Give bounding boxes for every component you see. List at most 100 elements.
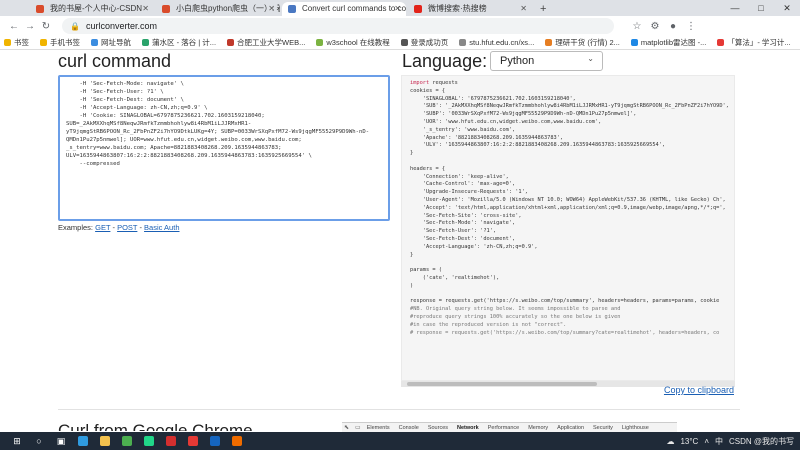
devtools-tab-performance[interactable]: Performance bbox=[488, 425, 520, 431]
browser-toolbar: ← → ↻ 🔒 curlconverter.com ☆ ⚙ ● ⋮ bbox=[0, 16, 800, 36]
generated-code-block: import requests cookies = { 'SINAGLOBAL'… bbox=[401, 75, 735, 381]
devtools-tab-console[interactable]: Console bbox=[399, 425, 419, 431]
close-window-icon[interactable]: ✕ bbox=[774, 0, 800, 16]
tray-text: CSDN @我的书写 bbox=[728, 436, 794, 446]
bookmark-item[interactable]: 书签 bbox=[4, 37, 29, 48]
bookmark-label: 理研干货 (行情) 2... bbox=[555, 38, 620, 47]
example-get-link[interactable]: GET bbox=[95, 223, 110, 232]
tab-close-icon[interactable]: ✕ bbox=[268, 2, 275, 16]
devtools-tab-network[interactable]: Network bbox=[457, 425, 479, 431]
bookmark-label: 登录成功页 bbox=[410, 38, 449, 47]
bookmark-item[interactable]: 手机书签 bbox=[40, 37, 80, 48]
browser-tab[interactable]: 微博搜索·热搜榜 ✕ bbox=[408, 2, 532, 16]
app-blue-icon[interactable] bbox=[204, 432, 226, 450]
chrome-icon[interactable] bbox=[116, 432, 138, 450]
browser-tab[interactable]: 我的书屋-个人中心-CSDN ✕ bbox=[30, 2, 154, 16]
bookmark-label: w3school 在线教程 bbox=[326, 38, 390, 47]
reload-icon[interactable]: ↻ bbox=[38, 21, 54, 32]
bookmark-label: 手机书签 bbox=[50, 38, 80, 47]
devtools-tab-sources[interactable]: Sources bbox=[428, 425, 448, 431]
bookmark-item[interactable]: 「算法」- 学习计... bbox=[717, 37, 791, 48]
lock-icon: 🔒 bbox=[70, 21, 80, 31]
maximize-icon[interactable]: □ bbox=[748, 0, 774, 16]
bookmark-label: 蒲水区 - 落谷 | 计... bbox=[152, 38, 217, 47]
search-icon[interactable]: ○ bbox=[28, 432, 50, 450]
start-icon[interactable]: ⊞ bbox=[6, 432, 28, 450]
bookmark-item[interactable]: 合肥工业大学WEB... bbox=[227, 37, 305, 48]
edge-icon[interactable] bbox=[72, 432, 94, 450]
example-post-link[interactable]: POST bbox=[117, 223, 137, 232]
tab-title: 微博搜索·热搜榜 bbox=[428, 4, 487, 13]
bookmark-item[interactable]: w3school 在线教程 bbox=[316, 37, 390, 48]
menu-icon[interactable]: ⋮ bbox=[682, 21, 700, 32]
browser-tab[interactable]: Convert curl commands to code ✕ bbox=[282, 2, 406, 16]
bookmark-label: 「算法」- 学习计... bbox=[727, 38, 791, 47]
examples-line: Examples: GET - POST - Basic Auth bbox=[58, 223, 180, 232]
bookmark-item[interactable]: 蒲水区 - 落谷 | 计... bbox=[142, 37, 216, 48]
examples-label: Examples: bbox=[58, 223, 94, 232]
devtools-tab-memory[interactable]: Memory bbox=[528, 425, 548, 431]
address-bar[interactable]: 🔒 curlconverter.com bbox=[62, 18, 614, 34]
tab-title: 我的书屋-个人中心-CSDN bbox=[50, 4, 142, 13]
cloud-icon: ☁ bbox=[666, 436, 675, 446]
back-icon[interactable]: ← bbox=[6, 21, 22, 32]
curl-heading: curl command bbox=[58, 51, 172, 71]
wps-icon[interactable] bbox=[160, 432, 182, 450]
code-body: cookies = { 'SINAGLOBAL': '6797875236621… bbox=[410, 87, 729, 305]
devtools-tab-elements[interactable]: Elements bbox=[367, 425, 390, 431]
ime-indicator[interactable]: 中 bbox=[715, 436, 723, 447]
scrollbar-thumb[interactable] bbox=[407, 382, 597, 386]
copy-to-clipboard-link[interactable]: Copy to clipboard bbox=[664, 385, 734, 395]
language-select[interactable]: Python ⌄ bbox=[490, 51, 603, 71]
tab-list: 我的书屋-个人中心-CSDN✕小白爬虫python爬虫（一）: 看完即可学会✕C… bbox=[30, 2, 534, 16]
forward-icon[interactable]: → bbox=[22, 21, 38, 32]
bookmark-icon bbox=[91, 39, 98, 46]
tab-close-icon[interactable]: ✕ bbox=[520, 2, 527, 16]
new-tab-button[interactable]: + bbox=[534, 2, 552, 16]
extensions-icon[interactable]: ⚙ bbox=[646, 21, 664, 32]
pycharm-icon[interactable] bbox=[138, 432, 160, 450]
bookmarks-bar: 书签 手机书签 网址导航 蒲水区 - 落谷 | 计... 合肥工业大学WEB... w3s… bbox=[0, 36, 800, 50]
app-red-icon[interactable] bbox=[182, 432, 204, 450]
url-text: curlconverter.com bbox=[85, 21, 157, 31]
devtools-tab-application[interactable]: Application bbox=[557, 425, 584, 431]
bookmark-icon bbox=[459, 39, 467, 46]
devtools-tab-security[interactable]: Security bbox=[593, 425, 613, 431]
task-view-icon[interactable]: ▣ bbox=[50, 432, 72, 450]
tab-favicon-icon bbox=[288, 5, 296, 13]
bookmark-icon bbox=[40, 39, 47, 46]
chevron-up-icon[interactable]: ˄ bbox=[704, 437, 709, 446]
browser-tab[interactable]: 小白爬虫python爬虫（一）: 看完即可学会✕ bbox=[156, 2, 280, 16]
bookmark-label: 书签 bbox=[14, 38, 29, 47]
bookmark-item[interactable]: stu.hfut.edu.cn/xs... bbox=[459, 38, 534, 47]
explorer-icon[interactable] bbox=[94, 432, 116, 450]
bookmark-item[interactable]: 网址导航 bbox=[91, 37, 131, 48]
inspect-icon[interactable]: ⬉ bbox=[344, 424, 349, 431]
bookmark-icon bbox=[545, 39, 553, 46]
bookmark-icon bbox=[316, 39, 324, 46]
bookmark-star-icon[interactable]: ☆ bbox=[628, 21, 646, 32]
browser-tab-strip: 我的书屋-个人中心-CSDN✕小白爬虫python爬虫（一）: 看完即可学会✕C… bbox=[0, 0, 800, 16]
bookmark-item[interactable]: 登录成功页 bbox=[400, 37, 449, 48]
devtools-tab-strip: ⬉ ▭ Elements Console Sources Network Perform… bbox=[342, 422, 677, 432]
temperature: 13°C bbox=[680, 436, 699, 446]
example-basic-auth-link[interactable]: Basic Auth bbox=[144, 223, 179, 232]
bookmark-icon bbox=[4, 39, 11, 46]
tab-close-icon[interactable]: ✕ bbox=[394, 2, 401, 16]
devtools-tab-lighthouse[interactable]: Lighthouse bbox=[622, 425, 649, 431]
bookmark-label: matplotlib雷达图 -... bbox=[640, 38, 707, 47]
bookmark-icon bbox=[400, 39, 408, 46]
code-import-module: requests bbox=[432, 80, 458, 86]
bookmark-item[interactable]: 理研干货 (行情) 2... bbox=[545, 37, 620, 48]
app-orange-icon[interactable] bbox=[226, 432, 248, 450]
device-toggle-icon[interactable]: ▭ bbox=[355, 424, 361, 431]
profile-icon[interactable]: ● bbox=[664, 21, 682, 32]
toolbar-icons: ☆ ⚙ ● ⋮ bbox=[628, 21, 700, 32]
bookmark-item[interactable]: matplotlib雷达图 -... bbox=[630, 37, 707, 48]
bookmark-icon bbox=[142, 39, 149, 46]
code-comment: #NB. Original query string below. It see… bbox=[410, 306, 720, 336]
minimize-icon[interactable]: — bbox=[722, 0, 748, 16]
curl-command-textarea[interactable]: -H 'Sec-Fetch-Mode: navigate' \ -H 'Sec-… bbox=[58, 75, 390, 221]
tab-close-icon[interactable]: ✕ bbox=[142, 2, 149, 16]
tab-favicon-icon bbox=[36, 5, 44, 13]
